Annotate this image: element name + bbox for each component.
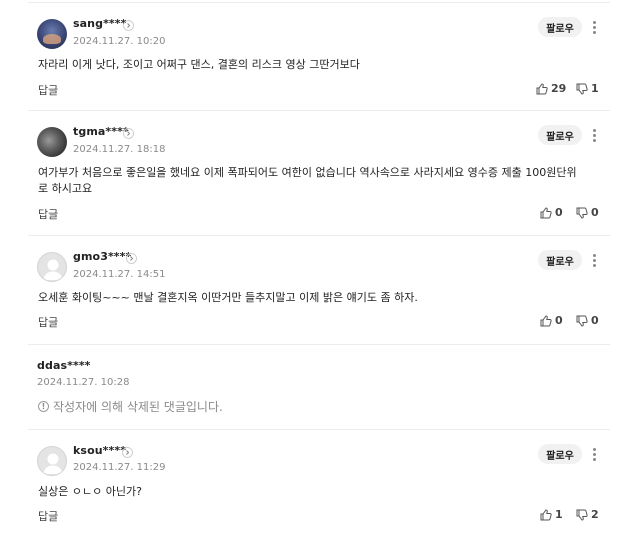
comment-date: 2024.11.27. 10:20 [73,36,166,47]
comment-nickname[interactable]: gmo3**** [73,250,131,263]
chevron-right-icon[interactable] [123,20,134,31]
comment-nickname[interactable]: ksou**** [73,444,126,457]
more-vertical-icon[interactable] [589,128,599,144]
comment-date: 2024.11.27. 10:28 [37,377,130,388]
default-avatar-icon [43,259,63,280]
thumbs-down-icon [576,509,588,521]
follow-button[interactable]: 팔로우 [538,125,582,145]
follow-button[interactable]: 팔로우 [538,444,582,464]
comment-text: 자라리 이게 낫다, 조이고 어쩌구 댄스, 결혼의 리스크 영상 그딴거보다 [38,58,360,71]
comment-date: 2024.11.27. 18:18 [73,144,166,155]
thumbs-down-icon [576,207,588,219]
like-button[interactable]: 0 [540,206,563,219]
thumbs-up-icon [540,206,552,218]
chevron-right-icon[interactable] [126,253,137,264]
like-count: 1 [555,508,563,521]
more-vertical-icon[interactable] [589,20,599,36]
avatar[interactable] [37,446,67,476]
dislike-count: 0 [591,314,599,327]
dislike-button[interactable]: 1 [576,82,599,95]
comment-item: ksou**** 2024.11.27. 11:29 팔로우 실상은 ㅇㄴㅇ 아… [28,429,610,536]
dislike-button[interactable]: 0 [576,206,599,219]
reply-button[interactable]: 답글 [38,206,58,222]
like-button[interactable]: 29 [536,82,566,95]
follow-button[interactable]: 팔로우 [538,250,582,270]
like-count: 0 [555,314,563,327]
comment-text: 여가부가 처음으로 좋은일을 했네요 이제 폭파되어도 여한이 없습니다 역사속… [38,166,577,195]
avatar[interactable] [37,127,67,157]
more-vertical-icon[interactable] [589,253,599,269]
more-vertical-icon[interactable] [589,447,599,463]
like-count: 29 [551,82,567,95]
thumbs-up-icon [540,314,552,326]
dislike-button[interactable]: 0 [576,314,599,327]
dislike-count: 1 [591,82,599,95]
reply-button[interactable]: 답글 [38,508,58,524]
chevron-right-icon[interactable] [123,128,134,139]
dislike-button[interactable]: 2 [576,508,599,521]
comment-item-deleted: ddas**** 2024.11.27. 10:28 ! 작성자에 의해 삭제된… [28,344,610,430]
deleted-text: 작성자에 의해 삭제된 댓글입니다. [53,400,223,414]
thumbs-down-icon [576,83,588,95]
comment-nickname[interactable]: ddas**** [37,359,91,372]
dislike-count: 0 [591,206,599,219]
comment-item: gmo3**** 2024.11.27. 14:51 팔로우 오세훈 화이팅~~… [28,235,610,345]
reply-button[interactable]: 답글 [38,82,58,98]
avatar[interactable] [37,19,67,49]
thumbs-up-icon [536,82,548,94]
like-button[interactable]: 0 [540,314,563,327]
comment-item: tgma**** 2024.11.27. 18:18 팔로우 여가부가 처음으로… [28,110,610,236]
comment-text: 오세훈 화이팅~~~ 맨날 결혼지옥 이딴거만 들추지말고 이제 밝은 얘기도 … [38,291,418,304]
comment-nickname[interactable]: tgma**** [73,125,129,138]
avatar[interactable] [37,252,67,282]
like-count: 0 [555,206,563,219]
comment-date: 2024.11.27. 14:51 [73,269,166,280]
comment-date: 2024.11.27. 11:29 [73,462,166,473]
deleted-notice: ! 작성자에 의해 삭제된 댓글입니다. [38,398,223,415]
comment-text: 실상은 ㅇㄴㅇ 아닌가? [38,485,142,498]
info-icon: ! [38,401,49,412]
dislike-count: 2 [591,508,599,521]
comment-nickname[interactable]: sang**** [73,17,127,30]
chevron-right-icon[interactable] [122,447,133,458]
like-button[interactable]: 1 [540,508,563,521]
follow-button[interactable]: 팔로우 [538,17,582,37]
default-avatar-icon [43,453,63,474]
reply-button[interactable]: 답글 [38,314,58,330]
thumbs-up-icon [540,508,552,520]
comment-item: sang**** 2024.11.27. 10:20 팔로우 자라리 이게 낫다… [28,2,610,111]
thumbs-down-icon [576,315,588,327]
